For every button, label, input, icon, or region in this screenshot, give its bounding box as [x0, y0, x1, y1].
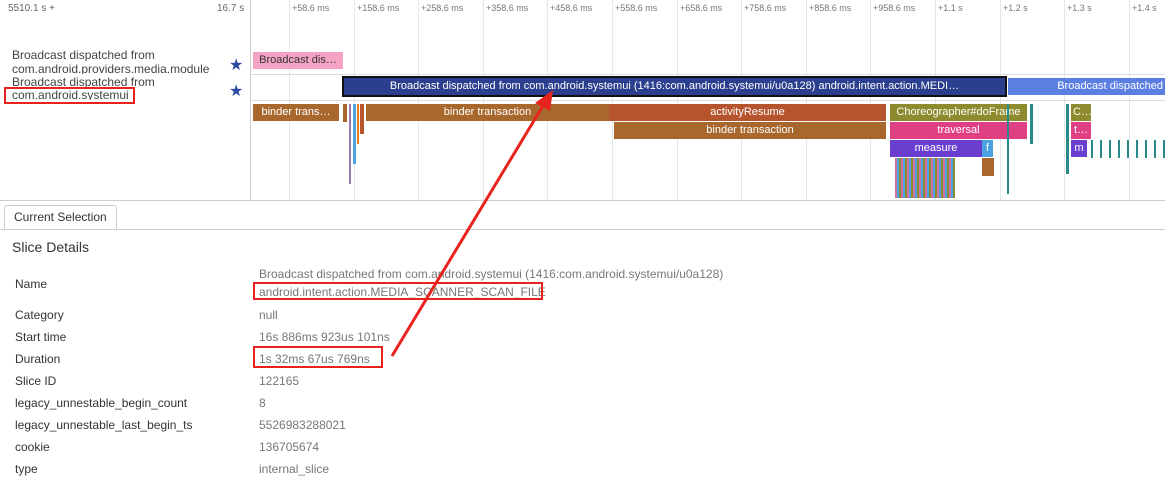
detail-label: Start time [15, 330, 67, 344]
detail-value: internal_slice [259, 462, 330, 476]
tick-label: +458.6 ms [550, 3, 593, 13]
detail-label: legacy_unnestable_begin_count [15, 396, 188, 410]
track-title-line2: com.android.providers.media.module [12, 63, 210, 74]
tick-label: +858.6 ms [809, 3, 852, 13]
detail-value: null [259, 308, 278, 322]
detail-label: Slice ID [15, 374, 57, 388]
ruler-end-label: 16.7 s [217, 3, 245, 14]
thin-slice-mark [349, 104, 351, 184]
annotation-box-intent-name [253, 282, 543, 300]
star-icon[interactable]: ★ [229, 84, 243, 100]
thin-slice-mark [357, 104, 359, 144]
thin-slice-mark [982, 158, 994, 176]
star-icon[interactable]: ★ [229, 58, 243, 74]
detail-value: Broadcast dispatched from com.android.sy… [259, 267, 724, 281]
thin-slice-mark [895, 158, 955, 198]
tab-divider [0, 229, 1165, 230]
thin-slice-mark [353, 104, 356, 164]
detail-value: 16s 886ms 923us 101ns [259, 330, 390, 344]
detail-label: type [15, 462, 38, 476]
detail-label: cookie [15, 440, 50, 454]
slice-activity-resume[interactable]: activityResume [609, 104, 886, 121]
slice-broadcast-next[interactable]: Broadcast dispatched [1008, 78, 1165, 95]
slice-broadcast-providers[interactable]: Broadcast dis… [253, 52, 343, 69]
timeline-panel[interactable]: +58.6 ms +158.6 ms +258.6 ms +358.6 ms +458.… [0, 0, 1165, 200]
detail-label: legacy_unnestable_last_begin_ts [15, 418, 193, 432]
detail-value: 122165 [259, 374, 300, 388]
tick-label: +758.6 ms [744, 3, 787, 13]
tick-label: +258.6 ms [421, 3, 464, 13]
tick-label: +958.6 ms [873, 3, 916, 13]
details-panel: Current Selection Slice Details Name Bro… [0, 200, 1165, 482]
slice-f[interactable]: f [982, 140, 993, 157]
tab-current-selection[interactable]: Current Selection [4, 205, 117, 229]
slice-broadcast-selected[interactable]: Broadcast dispatched from com.android.sy… [342, 76, 1007, 97]
detail-label: Duration [15, 352, 61, 366]
slice-m[interactable]: m [1071, 140, 1087, 157]
detail-value: 5526983288021 [259, 418, 346, 432]
section-title: Slice Details [12, 239, 90, 255]
tick-label: +158.6 ms [357, 3, 400, 13]
tick-label: +1.1 s [938, 3, 963, 13]
slice-measure[interactable]: measure [890, 140, 982, 157]
slice-binder-transaction-1[interactable]: binder transaction [366, 104, 609, 121]
thin-slice-mark [1091, 140, 1165, 158]
thin-slice-mark [1066, 104, 1069, 174]
tick-label: +58.6 ms [292, 3, 330, 13]
tick-label: +1.3 s [1067, 3, 1092, 13]
thin-slice-mark [1030, 104, 1033, 144]
thin-slice-mark [343, 104, 347, 122]
slice-c[interactable]: C… [1071, 104, 1091, 121]
annotation-box-track-title [4, 87, 135, 104]
slice-binder-transaction-2[interactable]: binder transaction [614, 122, 886, 139]
tick-label: +358.6 ms [486, 3, 529, 13]
slice-t[interactable]: t… [1071, 122, 1091, 139]
detail-value: 136705674 [259, 440, 320, 454]
thin-slice-mark [1007, 104, 1009, 194]
track-title-line1: Broadcast dispatched from [12, 49, 155, 61]
tick-label: +658.6 ms [680, 3, 723, 13]
tick-label: +558.6 ms [615, 3, 658, 13]
tick-label: +1.4 s [1132, 3, 1157, 13]
ruler-start-label: 5510.1 s + [8, 3, 55, 14]
thin-slice-mark [360, 104, 364, 134]
slice-binder-transaction-short[interactable]: binder trans… [253, 104, 339, 121]
detail-value: 8 [259, 396, 266, 410]
annotation-box-duration [253, 346, 383, 368]
detail-label: Category [15, 308, 64, 322]
tick-label: +1.2 s [1003, 3, 1028, 13]
detail-label: Name [15, 277, 48, 291]
